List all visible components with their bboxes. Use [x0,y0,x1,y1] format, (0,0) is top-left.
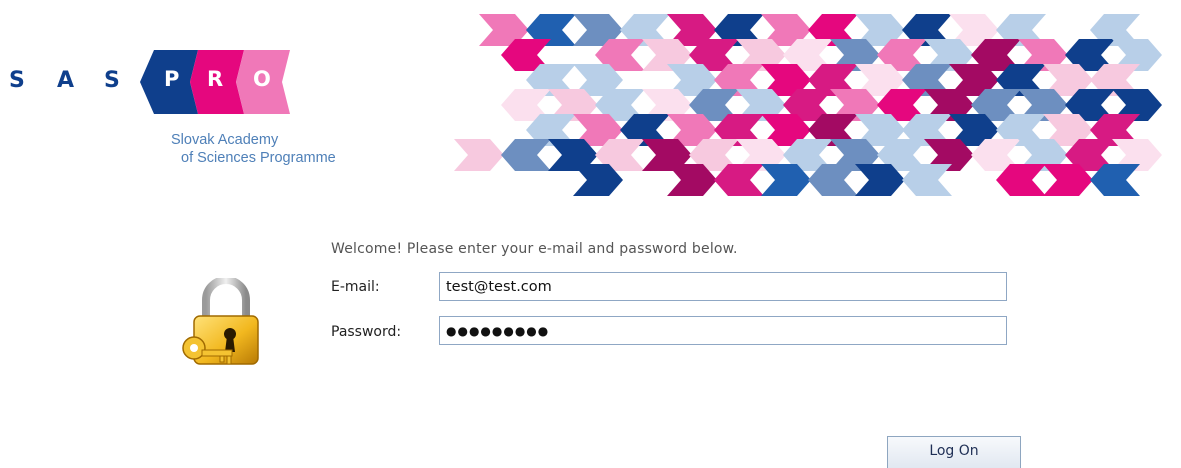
logo-letter-s2: S [104,68,120,93]
tagline-line-1: Slovak Academy [171,132,279,148]
logo-tagline: Slovak Academy of Sciences Programme [171,131,336,167]
logo-letter-o: O [253,67,271,91]
header-banner: S A S P R O Slovak Academy of Sciences P… [0,0,1181,210]
login-prompt: Welcome! Please enter your e-mail and pa… [331,241,738,257]
logo-letter-p: P [164,67,180,91]
password-field[interactable] [439,316,1007,345]
password-label: Password: [331,324,402,340]
logo-letter-s1: S [9,68,25,93]
mosaic-tile [501,139,551,171]
email-label: E-mail: [331,279,380,295]
logo-letter-r: R [207,67,224,91]
email-field[interactable] [439,272,1007,301]
header-mosaic-graphic [454,14,1162,196]
mosaic-tile [454,139,504,171]
lock-with-key-icon [182,278,259,365]
tagline-line-2: of Sciences Programme [181,150,336,166]
logo-letter-a: A [57,68,75,93]
log-on-button[interactable]: Log On [887,436,1021,468]
